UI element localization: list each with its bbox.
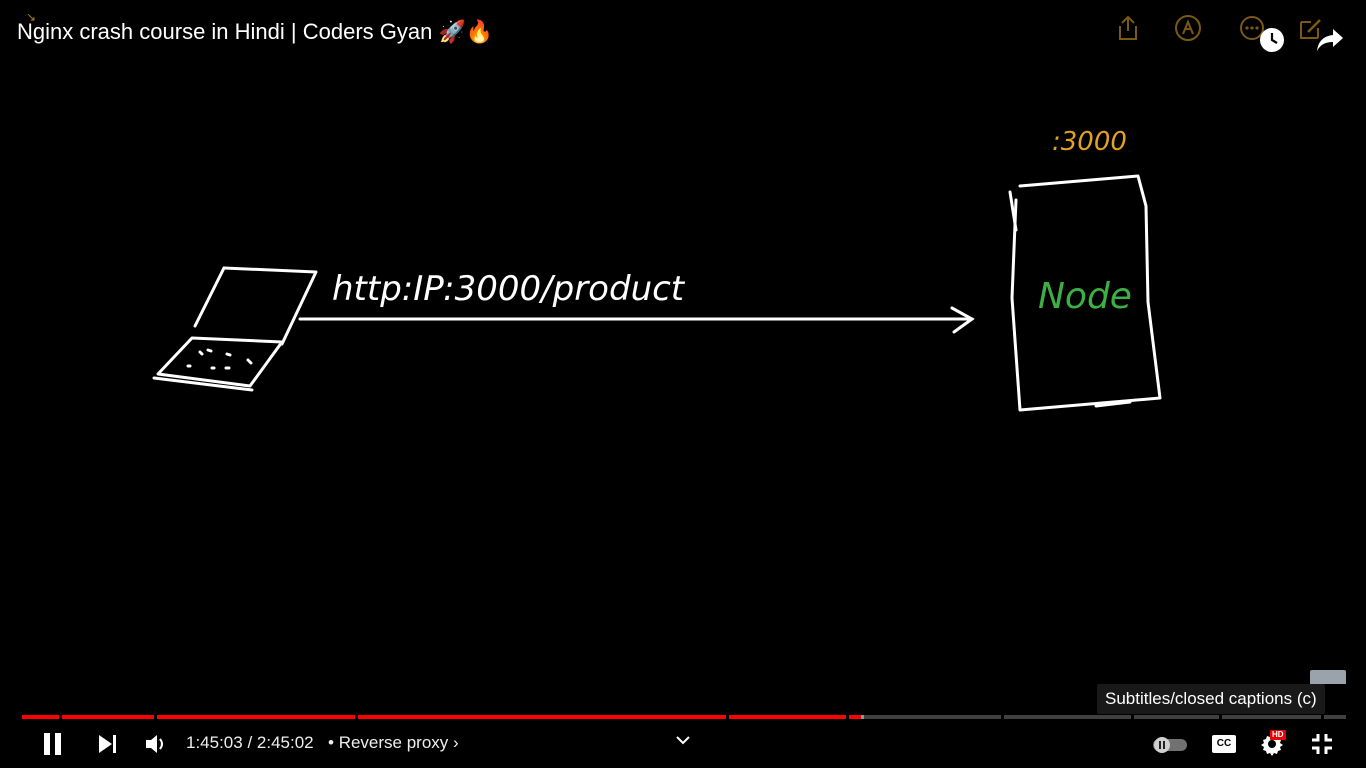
expand-chapters-button[interactable] [663,722,703,758]
chapter-segment[interactable] [1324,715,1346,719]
chapter-segment[interactable] [1222,715,1321,719]
video-title[interactable]: Nginx crash course in Hindi | Coders Gya… [17,17,493,47]
pause-button[interactable] [33,726,73,762]
chapter-segment[interactable] [729,715,846,719]
next-button[interactable] [88,726,128,762]
progress-bar[interactable] [22,715,1346,719]
settings-button[interactable]: HD [1252,726,1292,762]
share-icon[interactable] [1108,8,1148,48]
video-frame: http:IP:3000/product :3000 Node [152,127,1162,412]
pause-icon [44,733,61,755]
port-label: :3000 [1052,127,1127,157]
chapter-segment[interactable] [62,715,154,719]
chapter-segment[interactable] [157,715,355,719]
autoplay-toggle[interactable] [1150,726,1190,762]
share-arrow-icon[interactable] [1310,20,1350,60]
captions-tooltip: Subtitles/closed captions (c) [1097,684,1325,714]
subtitles-button[interactable]: CC [1204,726,1244,762]
exit-fullscreen-icon [1312,734,1332,754]
chevron-down-icon [676,736,690,745]
autoplay-toggle-icon [1153,737,1187,753]
watch-later-icon[interactable] [1252,20,1292,60]
laptop-drawing [152,266,318,392]
skip-next-icon [99,735,116,753]
top-toolbar [1108,8,1348,52]
chapter-segment[interactable] [358,715,726,719]
annotate-icon[interactable] [1168,8,1208,48]
player-controls: 1:45:03 / 2:45:02 • Reverse proxy › CC H… [0,720,1366,768]
time-display: 1:45:03 / 2:45:02 [186,733,314,752]
video-player[interactable]: http:IP:3000/product :3000 Node ↘ Nginx … [0,0,1366,768]
url-label: http:IP:3000/product [332,269,686,309]
top-bar: ↘ Nginx crash course in Hindi | Coders G… [0,0,1366,64]
chapter-segment[interactable] [22,715,59,719]
chapter-segment-current[interactable] [849,715,1001,719]
mute-button[interactable] [136,726,176,762]
chapter-title-button[interactable]: • Reverse proxy › [328,732,459,754]
chapter-segment[interactable] [1004,715,1131,719]
volume-icon [146,735,163,753]
request-arrow [298,306,975,334]
chevron-right-icon: › [453,733,459,752]
chapter-title: Reverse proxy [338,733,449,752]
preview-thumbnail [1310,670,1346,684]
server-label: Node [1038,276,1132,317]
cc-label: CC [1216,738,1232,749]
exit-fullscreen-button[interactable] [1302,726,1342,762]
chapter-segment[interactable] [1134,715,1219,719]
chapter-separator: • [328,733,334,752]
hd-badge: HD [1270,730,1286,740]
